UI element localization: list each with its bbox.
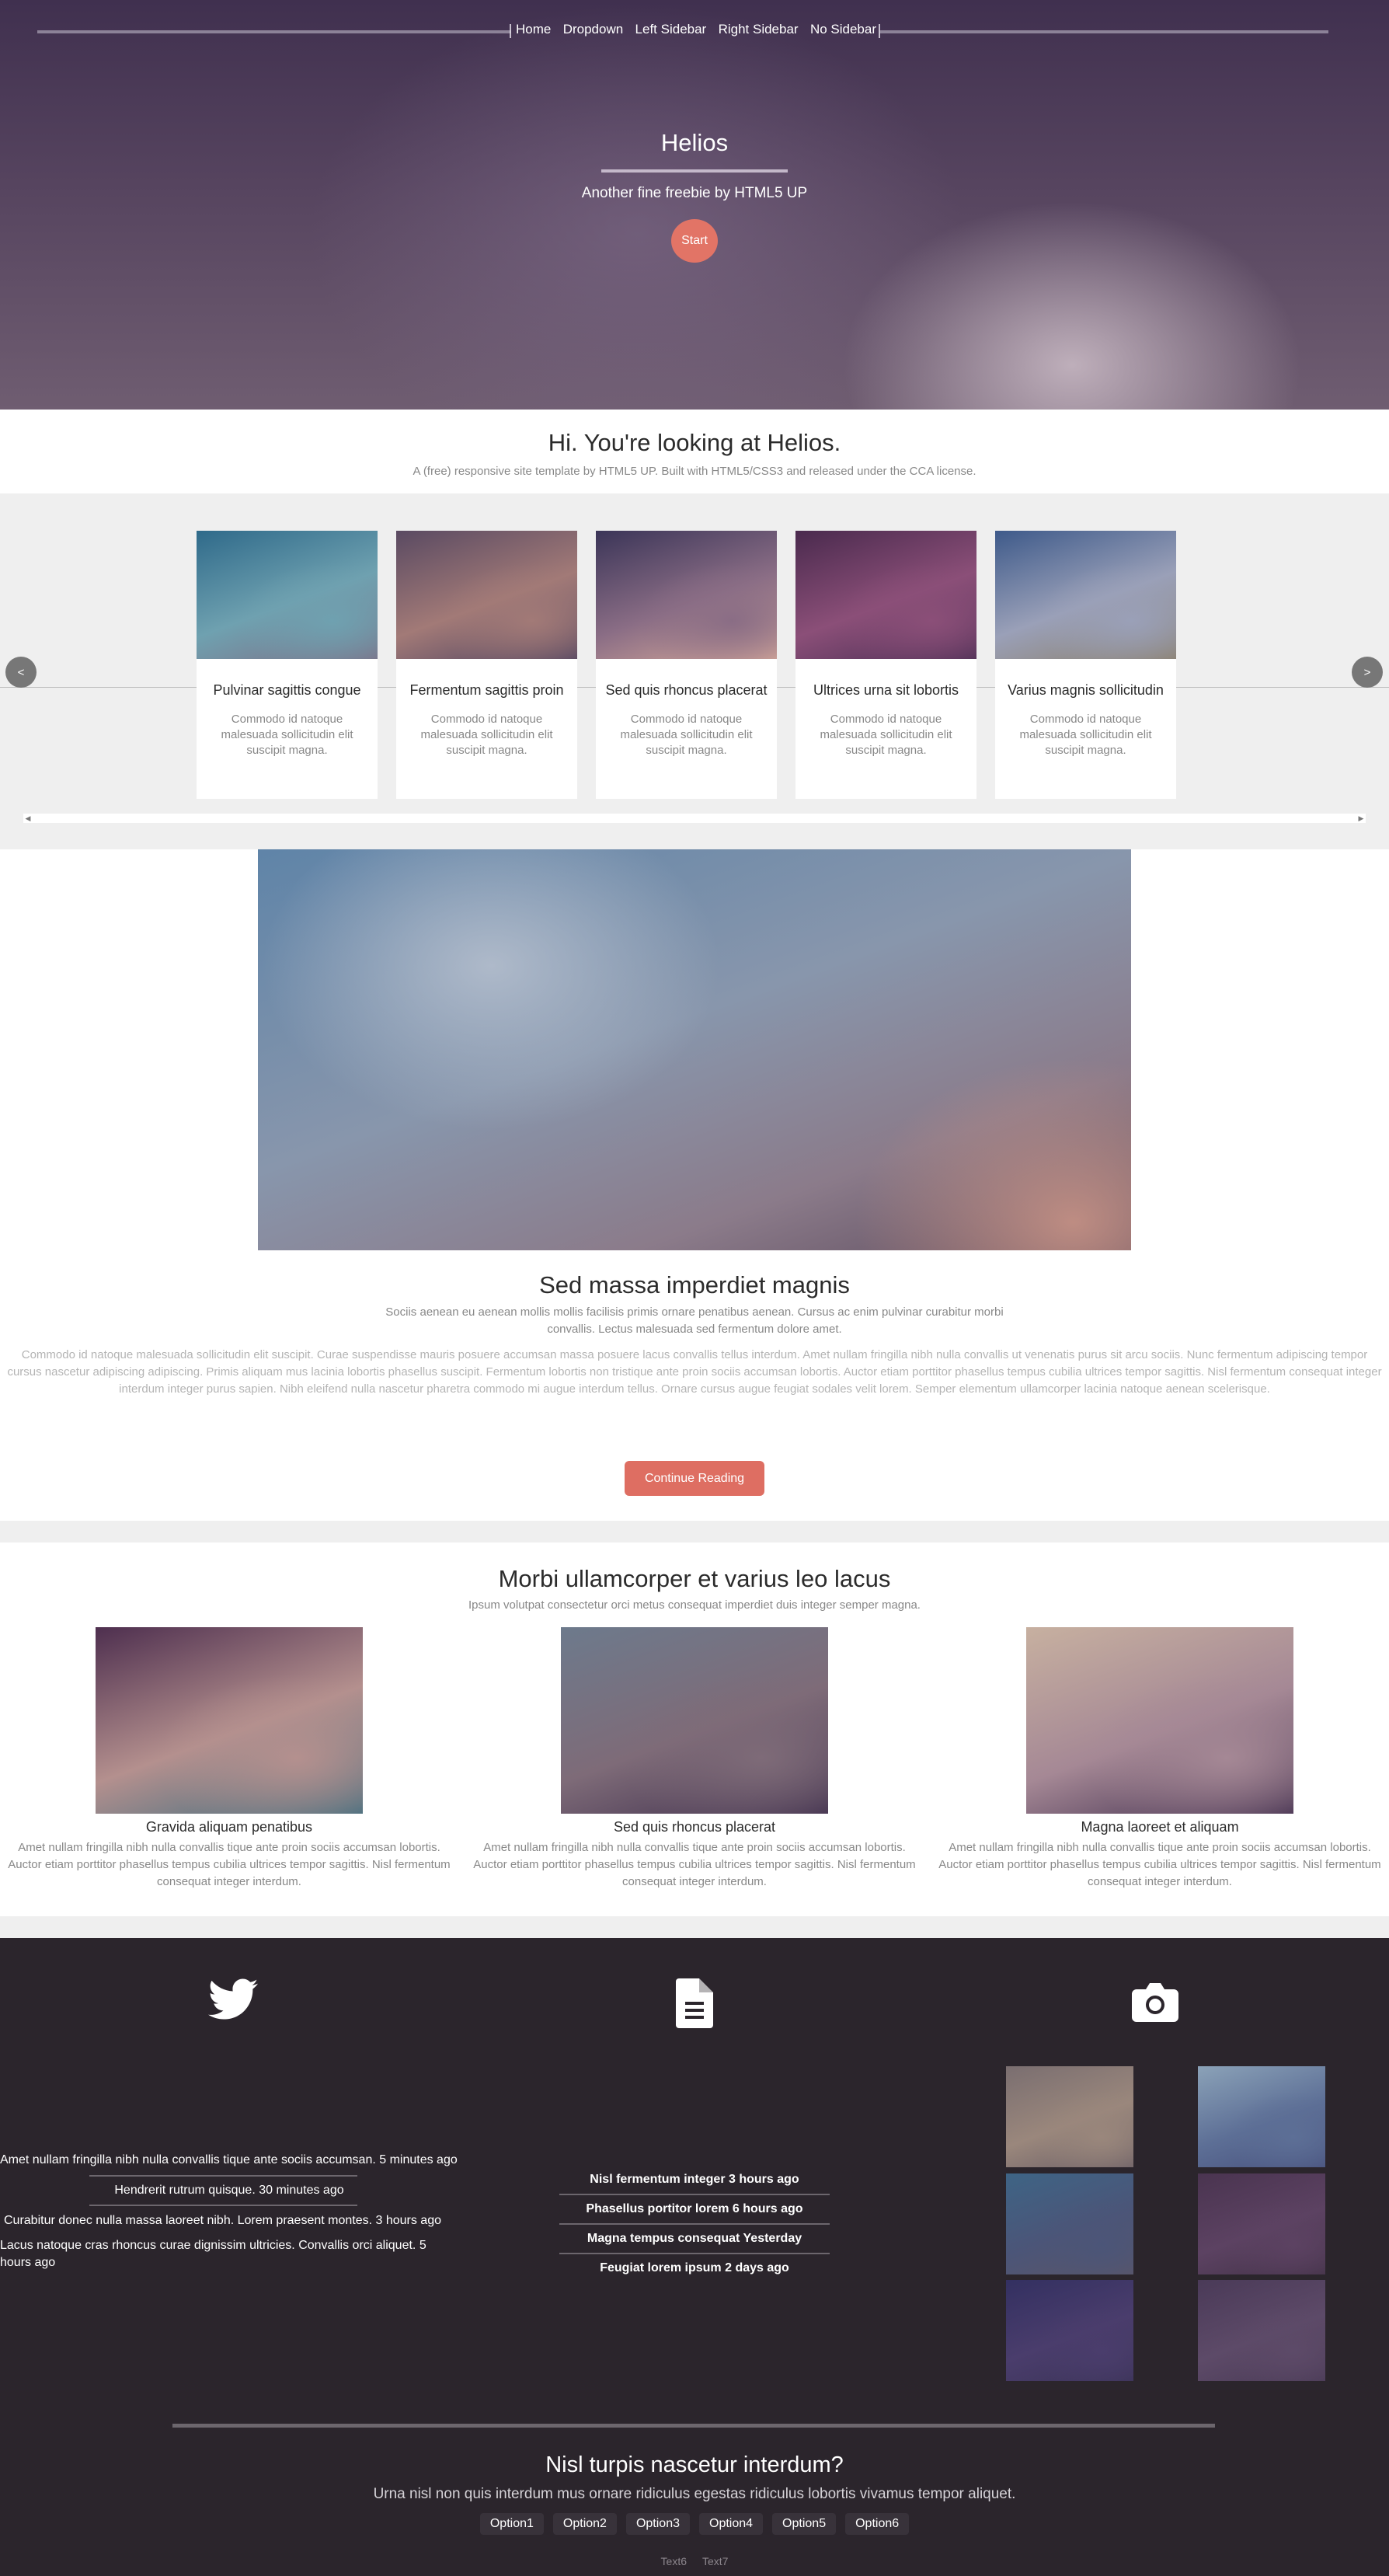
card-description: Commodo id natoque malesuada sollicitudi… — [420, 713, 553, 757]
nav-item-no-sidebar[interactable]: No Sidebar — [810, 22, 876, 37]
card-title[interactable]: Ultrices urna sit lobortis — [795, 682, 976, 699]
gallery-thumb[interactable] — [1198, 2066, 1325, 2167]
tweet-item[interactable]: Curabitur donec nulla massa laoreet nibh… — [0, 2206, 458, 2236]
nav-divider-right — [879, 30, 1328, 33]
feature-title[interactable]: Gravida aliquam penatibus — [0, 1819, 458, 1835]
article-image[interactable] — [258, 849, 1131, 1250]
article-lead: Sociis aenean eu aenean mollis mollis fa… — [385, 1305, 1004, 1336]
gallery-thumb[interactable] — [1198, 2173, 1325, 2274]
feature-image[interactable] — [96, 1627, 363, 1814]
nav-item-home[interactable]: Home — [516, 22, 551, 37]
post-item[interactable]: Feugiat lorem ipsum 2 days ago — [559, 2254, 830, 2282]
feature-description: Amet nullam fringilla nibh nulla convall… — [938, 1841, 1381, 1888]
card-description: Commodo id natoque malesuada sollicitudi… — [820, 713, 952, 757]
card-title[interactable]: Sed quis rhoncus placerat — [596, 682, 777, 699]
carousel-prev-button[interactable]: < — [5, 657, 37, 688]
post-list: Nisl fermentum integer 3 hours ago Phase… — [559, 2166, 830, 2282]
carousel-next-button[interactable]: > — [1352, 657, 1383, 688]
chevron-right-icon: > — [1363, 665, 1371, 679]
section-divider — [0, 1916, 1389, 1938]
intro-subtitle: A (free) responsive site template by HTM… — [413, 465, 976, 478]
features-title: Morbi ullamcorper et varius leo lacus — [498, 1565, 891, 1592]
tweet-item[interactable]: Amet nullam fringilla nibh nulla convall… — [0, 2152, 458, 2175]
card-description: Commodo id natoque malesuada sollicitudi… — [620, 713, 753, 757]
footer-subtitle: Urna nisl non quis interdum mus ornare r… — [373, 2486, 1016, 2502]
nav-tick-left — [510, 24, 511, 38]
footer-text: Text6 — [660, 2555, 687, 2567]
card-image[interactable] — [995, 531, 1176, 659]
start-button[interactable]: Start — [671, 219, 718, 263]
chevron-left-icon: < — [17, 665, 25, 679]
post-item[interactable]: Nisl fermentum integer 3 hours ago — [559, 2166, 830, 2194]
continue-reading-button[interactable]: Continue Reading — [625, 1461, 764, 1496]
footer-options: Option1 Option2 Option3 Option4 Option5 … — [0, 2513, 1389, 2535]
scroll-left-icon[interactable]: ◀ — [23, 814, 33, 823]
feature-item: Magna laoreet et aliquam Amet nullam fri… — [931, 1627, 1389, 1891]
feature-image[interactable] — [1026, 1627, 1293, 1814]
card-title[interactable]: Varius magnis sollicitudin — [995, 682, 1176, 699]
footer-text-links: Text6 Text7 — [0, 2555, 1389, 2567]
tweet-item[interactable]: Lacus natoque cras rhoncus curae digniss… — [0, 2237, 458, 2271]
nav-item-dropdown[interactable]: Dropdown — [563, 22, 624, 37]
twitter-icon — [208, 1978, 258, 2026]
carousel: < > Pulvinar sagittis congue Commodo id … — [0, 493, 1389, 849]
hero-banner: Home Dropdown Left Sidebar Right Sidebar… — [0, 0, 1389, 410]
card-image[interactable] — [197, 531, 378, 659]
carousel-card[interactable]: Fermentum sagittis proin Commodo id nato… — [396, 531, 577, 799]
footer-option-button[interactable]: Option2 — [552, 2513, 617, 2535]
title-underline — [601, 169, 788, 173]
footer-option-button[interactable]: Option6 — [845, 2513, 910, 2535]
card-image[interactable] — [596, 531, 777, 659]
footer-option-button[interactable]: Option1 — [479, 2513, 544, 2535]
feature-image[interactable] — [561, 1627, 828, 1814]
post-item[interactable]: Magna tempus consequat Yesterday — [559, 2225, 830, 2253]
document-icon — [676, 1978, 713, 2032]
main-nav: Home Dropdown Left Sidebar Right Sidebar… — [516, 22, 876, 37]
feature-description: Amet nullam fringilla nibh nulla convall… — [8, 1841, 451, 1888]
feature-title[interactable]: Magna laoreet et aliquam — [931, 1819, 1389, 1835]
feature-title[interactable]: Sed quis rhoncus placerat — [465, 1819, 924, 1835]
section-divider — [0, 1521, 1389, 1542]
article-body: Commodo id natoque malesuada sollicitudi… — [7, 1348, 1382, 1396]
footer-option-button[interactable]: Option4 — [699, 2513, 764, 2535]
footer: Amet nullam fringilla nibh nulla convall… — [0, 1938, 1389, 2576]
card-image[interactable] — [795, 531, 976, 659]
nav-divider-left — [37, 30, 511, 33]
carousel-scrollbar[interactable]: ◀ ▶ — [23, 814, 1366, 823]
footer-title: Nisl turpis nascetur interdum? — [545, 2452, 844, 2477]
gallery-thumb[interactable] — [1006, 2173, 1133, 2274]
carousel-card[interactable]: Varius magnis sollicitudin Commodo id na… — [995, 531, 1176, 799]
footer-text: Text7 — [702, 2555, 729, 2567]
feature-description: Amet nullam fringilla nibh nulla convall… — [473, 1841, 916, 1888]
article-title: Sed massa imperdiet magnis — [539, 1271, 850, 1298]
gallery-thumb[interactable] — [1006, 2280, 1133, 2381]
card-title[interactable]: Pulvinar sagittis congue — [197, 682, 378, 699]
site-subtitle: Another fine freebie by HTML5 UP — [581, 185, 808, 201]
site-title[interactable]: Helios — [0, 129, 1389, 157]
intro-title: Hi. You're looking at Helios. — [548, 429, 841, 456]
card-image[interactable] — [396, 531, 577, 659]
features-subtitle: Ipsum volutpat consectetur orci metus co… — [468, 1598, 921, 1612]
gallery-thumb[interactable] — [1006, 2066, 1133, 2167]
carousel-card[interactable]: Pulvinar sagittis congue Commodo id nato… — [197, 531, 378, 799]
tweet-list: Amet nullam fringilla nibh nulla convall… — [0, 2152, 458, 2271]
nav-item-left-sidebar[interactable]: Left Sidebar — [635, 22, 707, 37]
camera-icon — [1132, 1982, 1178, 2026]
tweet-item[interactable]: Hendrerit rutrum quisque. 30 minutes ago — [0, 2177, 458, 2205]
gallery-thumb[interactable] — [1198, 2280, 1325, 2381]
card-description: Commodo id natoque malesuada sollicitudi… — [1019, 713, 1152, 757]
carousel-card[interactable]: Ultrices urna sit lobortis Commodo id na… — [795, 531, 976, 799]
footer-divider — [172, 2424, 1215, 2428]
feature-item: Sed quis rhoncus placerat Amet nullam fr… — [465, 1627, 924, 1891]
post-item[interactable]: Phasellus portitor lorem 6 hours ago — [559, 2195, 830, 2223]
nav-item-right-sidebar[interactable]: Right Sidebar — [719, 22, 799, 37]
feature-item: Gravida aliquam penatibus Amet nullam fr… — [0, 1627, 458, 1891]
footer-option-button[interactable]: Option3 — [625, 2513, 690, 2535]
footer-option-button[interactable]: Option5 — [772, 2513, 837, 2535]
card-title[interactable]: Fermentum sagittis proin — [396, 682, 577, 699]
card-description: Commodo id natoque malesuada sollicitudi… — [221, 713, 353, 757]
scroll-right-icon[interactable]: ▶ — [1356, 814, 1366, 823]
carousel-card[interactable]: Sed quis rhoncus placerat Commodo id nat… — [596, 531, 777, 799]
